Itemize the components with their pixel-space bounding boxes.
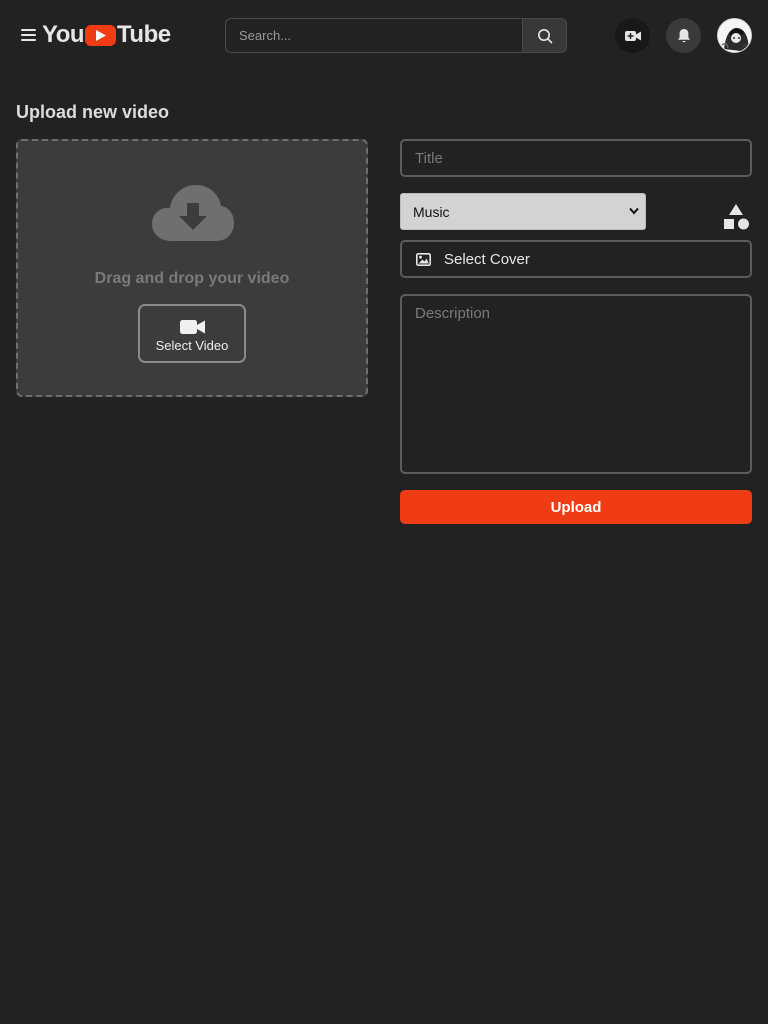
search-button[interactable] (522, 18, 567, 53)
description-field[interactable] (400, 294, 752, 474)
shapes-icon[interactable] (723, 204, 750, 230)
avatar[interactable] (717, 18, 752, 53)
cloud-download-icon (152, 185, 234, 241)
select-video-label: Select Video (155, 338, 229, 353)
dropzone-text: Drag and drop your video (94, 270, 290, 287)
image-icon (416, 252, 431, 266)
logo-text-right: Tube (117, 21, 171, 48)
play-icon (85, 24, 117, 46)
video-camera-icon (179, 320, 205, 334)
notifications-button[interactable] (666, 18, 701, 53)
select-cover-label: Select Cover (444, 250, 530, 268)
logo-text-left: You (42, 21, 85, 48)
top-bar: You Tube (0, 0, 768, 70)
select-video-button[interactable]: Select Video (138, 304, 246, 363)
page-title: Upload new video (16, 102, 170, 122)
category-select[interactable]: Music (400, 193, 646, 230)
search-input[interactable] (225, 18, 522, 53)
video-dropzone[interactable]: Drag and drop your video Select Video (16, 139, 368, 397)
select-cover-button[interactable]: Select Cover (400, 240, 752, 278)
category-selected-value: Music (413, 203, 450, 220)
bell-icon (677, 28, 690, 42)
search-icon (537, 28, 552, 43)
video-plus-icon (624, 30, 641, 41)
search-bar (225, 18, 567, 53)
chevron-down-icon (629, 207, 639, 215)
upload-button[interactable]: Upload (400, 490, 752, 524)
youtube-logo[interactable]: You Tube (42, 21, 171, 49)
menu-icon[interactable] (21, 29, 36, 41)
create-video-button[interactable] (615, 18, 650, 53)
title-field[interactable] (400, 139, 752, 177)
avatar-image (718, 19, 751, 52)
